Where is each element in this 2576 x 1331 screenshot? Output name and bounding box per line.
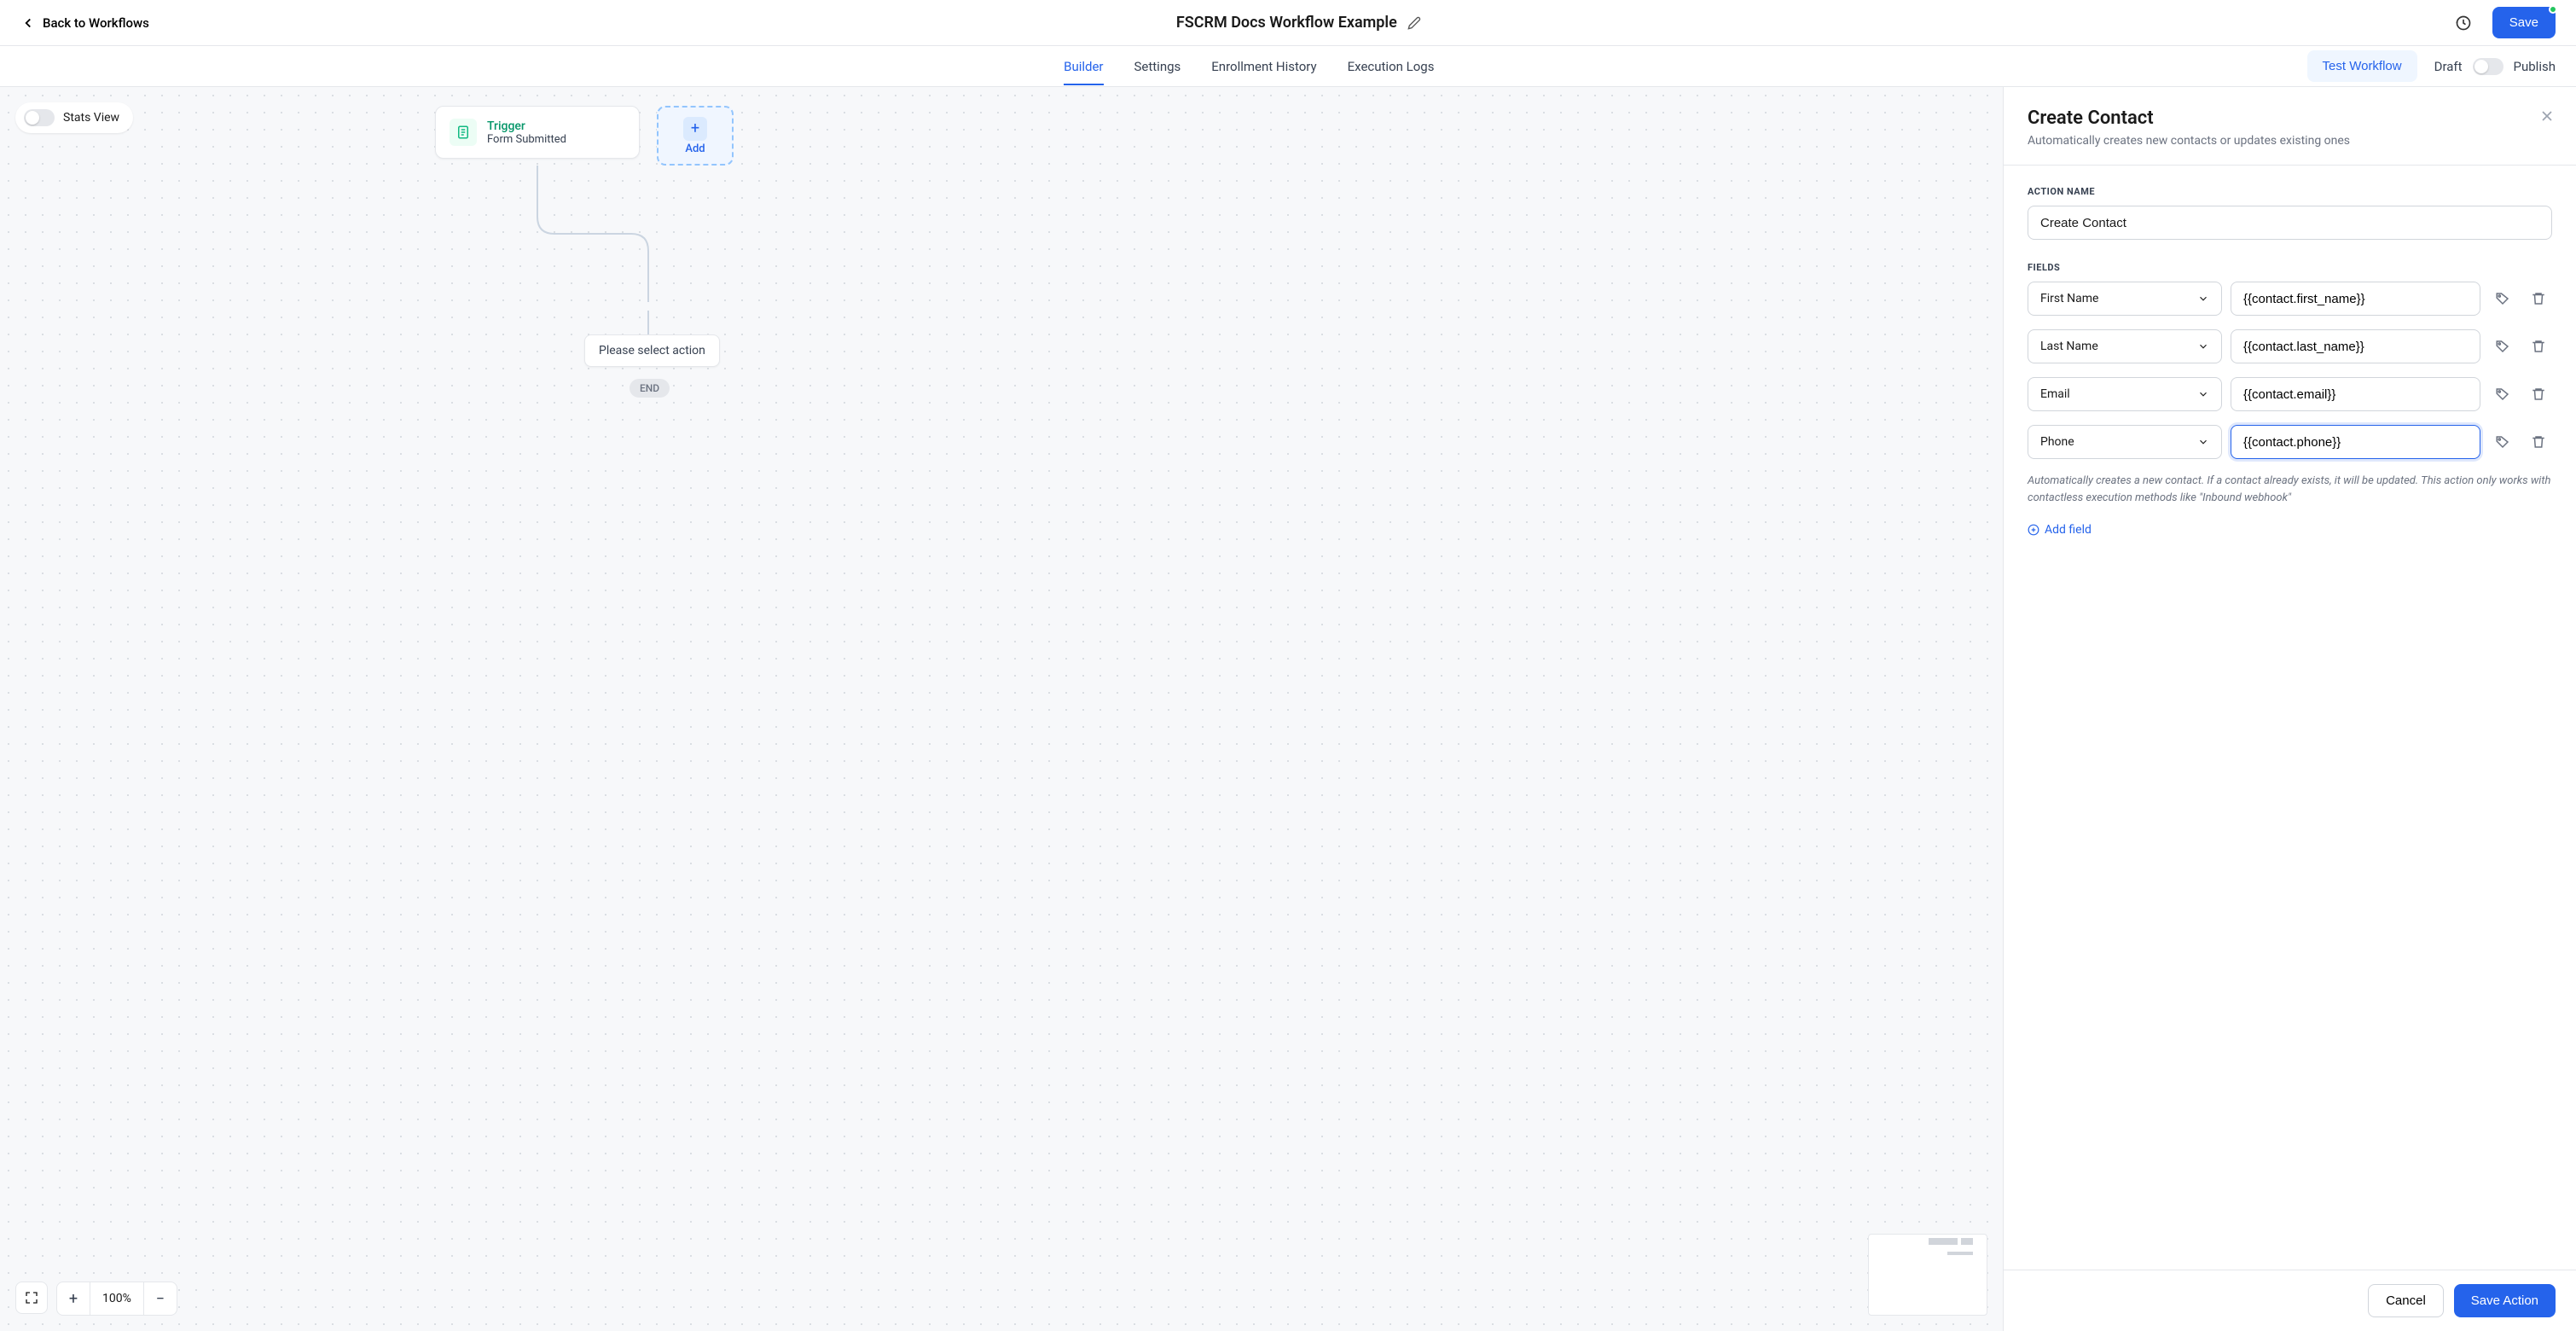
fields-hint: Automatically creates a new contact. If … <box>2028 473 2552 506</box>
edit-icon[interactable] <box>1407 16 1421 30</box>
zoom-controls: + 100% − <box>15 1282 177 1316</box>
tab-builder[interactable]: Builder <box>1064 49 1103 84</box>
save-button[interactable]: Save <box>2492 7 2556 38</box>
action-name-input[interactable] <box>2028 206 2552 240</box>
field-value-input[interactable] <box>2231 282 2480 316</box>
zoom-out-button[interactable]: − <box>144 1282 177 1315</box>
back-label: Back to Workflows <box>43 15 149 31</box>
zoom-in-button[interactable]: + <box>57 1282 90 1315</box>
tab-execution-logs[interactable]: Execution Logs <box>1348 49 1435 84</box>
action-name-label: ACTION NAME <box>2028 186 2552 197</box>
form-icon <box>450 119 477 146</box>
chevron-down-icon <box>2197 293 2209 305</box>
workflow-canvas[interactable]: Stats View Trigger Form Submitted + Add <box>0 87 2003 1331</box>
trash-icon <box>2531 387 2546 402</box>
trash-icon <box>2531 434 2546 450</box>
field-name-select[interactable]: Email <box>2028 377 2222 411</box>
field-value-input[interactable] <box>2231 377 2480 411</box>
minimap[interactable] <box>1868 1234 1987 1316</box>
field-row: Email <box>2028 377 2552 411</box>
field-row: First Name <box>2028 282 2552 316</box>
field-value-input[interactable] <box>2231 425 2480 459</box>
tag-picker-button[interactable] <box>2489 381 2516 408</box>
history-button[interactable] <box>2448 8 2479 38</box>
app-header: Back to Workflows FSCRM Docs Workflow Ex… <box>0 0 2576 46</box>
select-action-node[interactable]: Please select action <box>584 334 720 367</box>
back-link[interactable]: Back to Workflows <box>20 15 149 31</box>
tab-enrollment-history[interactable]: Enrollment History <box>1211 49 1316 84</box>
close-icon <box>2538 108 2556 125</box>
delete-field-button[interactable] <box>2525 428 2552 456</box>
field-name-select[interactable]: Phone <box>2028 425 2222 459</box>
publish-label: Publish <box>2514 59 2556 74</box>
tab-settings[interactable]: Settings <box>1134 49 1181 84</box>
chevron-down-icon <box>2197 340 2209 352</box>
add-trigger-button[interactable]: + Add <box>657 106 734 166</box>
tag-icon <box>2495 291 2510 306</box>
field-name-select[interactable]: First Name <box>2028 282 2222 316</box>
stats-view-toggle[interactable]: Stats View <box>15 102 133 133</box>
trigger-node[interactable]: Trigger Form Submitted <box>435 106 640 159</box>
add-field-button[interactable]: Add field <box>2028 523 2552 537</box>
trigger-title: Trigger <box>487 119 566 133</box>
field-row: Phone <box>2028 425 2552 459</box>
chevron-down-icon <box>2197 436 2209 448</box>
fullscreen-icon <box>25 1291 38 1305</box>
tag-icon <box>2495 387 2510 402</box>
plus-icon: + <box>683 117 707 141</box>
field-row: Last Name <box>2028 329 2552 363</box>
clock-icon <box>2455 15 2472 32</box>
tag-icon <box>2495 434 2510 450</box>
tag-picker-button[interactable] <box>2489 428 2516 456</box>
subheader: Builder Settings Enrollment History Exec… <box>0 46 2576 87</box>
stats-toggle[interactable] <box>24 109 55 126</box>
end-node: END <box>629 379 670 398</box>
publish-toggle[interactable] <box>2473 58 2503 75</box>
delete-field-button[interactable] <box>2525 333 2552 360</box>
trash-icon <box>2531 291 2546 306</box>
zoom-level: 100% <box>90 1282 144 1315</box>
fullscreen-button[interactable] <box>15 1282 48 1314</box>
action-panel: Create Contact Automatically creates new… <box>2003 87 2576 1331</box>
chevron-down-icon <box>2197 388 2209 400</box>
field-value-input[interactable] <box>2231 329 2480 363</box>
test-workflow-button[interactable]: Test Workflow <box>2307 50 2417 82</box>
chevron-left-icon <box>20 15 36 31</box>
close-panel-button[interactable] <box>2538 108 2556 128</box>
unsaved-indicator <box>2549 5 2557 14</box>
tag-picker-button[interactable] <box>2489 285 2516 312</box>
delete-field-button[interactable] <box>2525 381 2552 408</box>
fields-label: FIELDS <box>2028 262 2552 273</box>
page-title: FSCRM Docs Workflow Example <box>1176 14 1397 32</box>
field-name-select[interactable]: Last Name <box>2028 329 2222 363</box>
trash-icon <box>2531 339 2546 354</box>
cancel-button[interactable]: Cancel <box>2368 1284 2444 1317</box>
tag-icon <box>2495 339 2510 354</box>
panel-subtitle: Automatically creates new contacts or up… <box>2028 134 2552 148</box>
trigger-subtitle: Form Submitted <box>487 133 566 146</box>
tag-picker-button[interactable] <box>2489 333 2516 360</box>
connector-lines <box>435 166 734 345</box>
save-action-button[interactable]: Save Action <box>2454 1284 2556 1317</box>
draft-label: Draft <box>2434 59 2463 74</box>
main-tabs: Builder Settings Enrollment History Exec… <box>1064 49 1434 84</box>
plus-circle-icon <box>2028 524 2039 536</box>
panel-title: Create Contact <box>2028 108 2552 129</box>
delete-field-button[interactable] <box>2525 285 2552 312</box>
